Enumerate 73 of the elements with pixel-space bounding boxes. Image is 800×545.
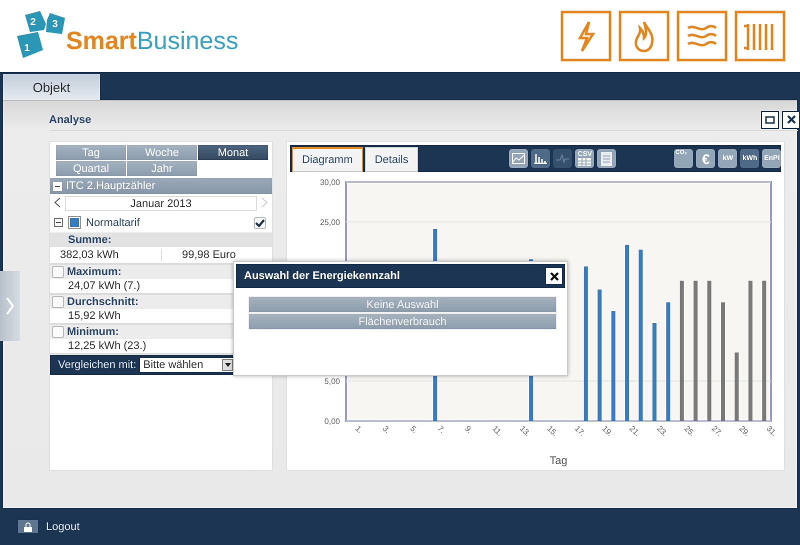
- close-icon: [550, 272, 558, 280]
- period-button[interactable]: Tag: [56, 145, 126, 160]
- x-axis-title: Tag: [550, 455, 568, 467]
- y-tick-label: 25,00: [320, 218, 340, 227]
- color-swatch[interactable]: [68, 216, 81, 229]
- checkbox[interactable]: [52, 326, 64, 338]
- x-tick-label: 21.: [628, 424, 642, 438]
- stat-label: Minimum:: [67, 326, 119, 338]
- checkbox[interactable]: [52, 266, 64, 278]
- unit-button[interactable]: €: [696, 149, 716, 168]
- y-tick-label: 30,00: [320, 178, 340, 187]
- option-button[interactable]: Flächenverbrauch: [248, 313, 557, 330]
- view-tab[interactable]: Diagramm: [292, 147, 363, 172]
- collapse-toggle[interactable]: [54, 218, 63, 227]
- logout-link[interactable]: Logout: [46, 520, 80, 532]
- stat-value: 15,92 kWh: [67, 309, 122, 323]
- meter-name: ITC 2.Hauptzähler: [66, 180, 156, 192]
- stat-value: 12,25 kWh (23.): [67, 339, 148, 353]
- panel-title: Analyse: [49, 114, 92, 126]
- window-icon: [765, 116, 775, 124]
- x-tick-label: 23.: [655, 424, 670, 438]
- meter-header[interactable]: ITC 2.Hauptzähler: [50, 178, 272, 194]
- period-button[interactable]: Quartal: [56, 161, 126, 176]
- checkbox[interactable]: [254, 216, 266, 228]
- option-button[interactable]: Keine Auswahl: [248, 296, 557, 313]
- compare-select[interactable]: Bitte wählen: [140, 358, 234, 372]
- stat-label: Durchschnitt:: [67, 296, 138, 308]
- table-icon: [578, 158, 592, 166]
- x-tick-label: 19.: [600, 424, 614, 438]
- x-tick-label: 7.: [436, 424, 447, 436]
- compare-label: Vergleichen mit:: [58, 359, 136, 371]
- bar: [734, 352, 739, 421]
- y-tick-label: 0,00: [324, 417, 340, 426]
- radiator-icon[interactable]: [734, 10, 786, 62]
- document-icon[interactable]: [597, 149, 616, 168]
- x-tick-label: 5.: [408, 424, 420, 436]
- x-tick-label: 1.: [353, 424, 365, 436]
- close-button[interactable]: [546, 268, 562, 284]
- x-tick-label: 11.: [490, 424, 504, 438]
- period-button[interactable]: Monat: [198, 145, 268, 160]
- checkbox[interactable]: [52, 296, 64, 308]
- area-chart-button[interactable]: [509, 149, 528, 168]
- y-tick-label: 5,00: [324, 377, 340, 386]
- month-field[interactable]: Januar 2013: [65, 196, 257, 211]
- tariff-name: Normaltarif: [86, 216, 141, 228]
- x-tick-label: 31.: [764, 424, 779, 438]
- x-tick-label: 13.: [518, 424, 532, 438]
- nav-tab[interactable]: Objekt: [3, 74, 100, 100]
- restore-button[interactable]: [761, 110, 779, 128]
- period-button[interactable]: Woche: [127, 145, 197, 160]
- x-tick-label: 9.: [463, 424, 474, 436]
- lock-icon[interactable]: [18, 520, 38, 533]
- stat-value: 24,07 kWh (7.): [67, 279, 142, 293]
- x-tick-label: 17.: [572, 424, 588, 438]
- x-tick-label: 3.: [380, 424, 392, 436]
- x-tick-label: 25.: [682, 424, 697, 438]
- sum-label: Summe:: [50, 233, 272, 247]
- bars-chart-button[interactable]: [531, 149, 550, 168]
- lightning-icon[interactable]: [560, 10, 612, 62]
- stat-label: Maximum:: [67, 266, 122, 278]
- expand-handle[interactable]: [0, 271, 20, 341]
- caret-icon: [224, 363, 231, 367]
- view-tab[interactable]: Details: [364, 147, 418, 172]
- close-icon: [786, 115, 796, 124]
- flame-icon[interactable]: [618, 10, 670, 62]
- x-tick-label: 29.: [737, 424, 752, 438]
- dialog-title: Auswahl der Energiekennzahl: [244, 270, 400, 282]
- waves-icon[interactable]: [676, 10, 728, 62]
- period-button[interactable]: Jahr: [127, 161, 197, 176]
- energy-sum: 382,03 kWh: [59, 249, 120, 261]
- x-tick-label: 27.: [710, 424, 724, 438]
- x-tick-label: 15.: [545, 424, 560, 438]
- close-button[interactable]: [782, 110, 800, 128]
